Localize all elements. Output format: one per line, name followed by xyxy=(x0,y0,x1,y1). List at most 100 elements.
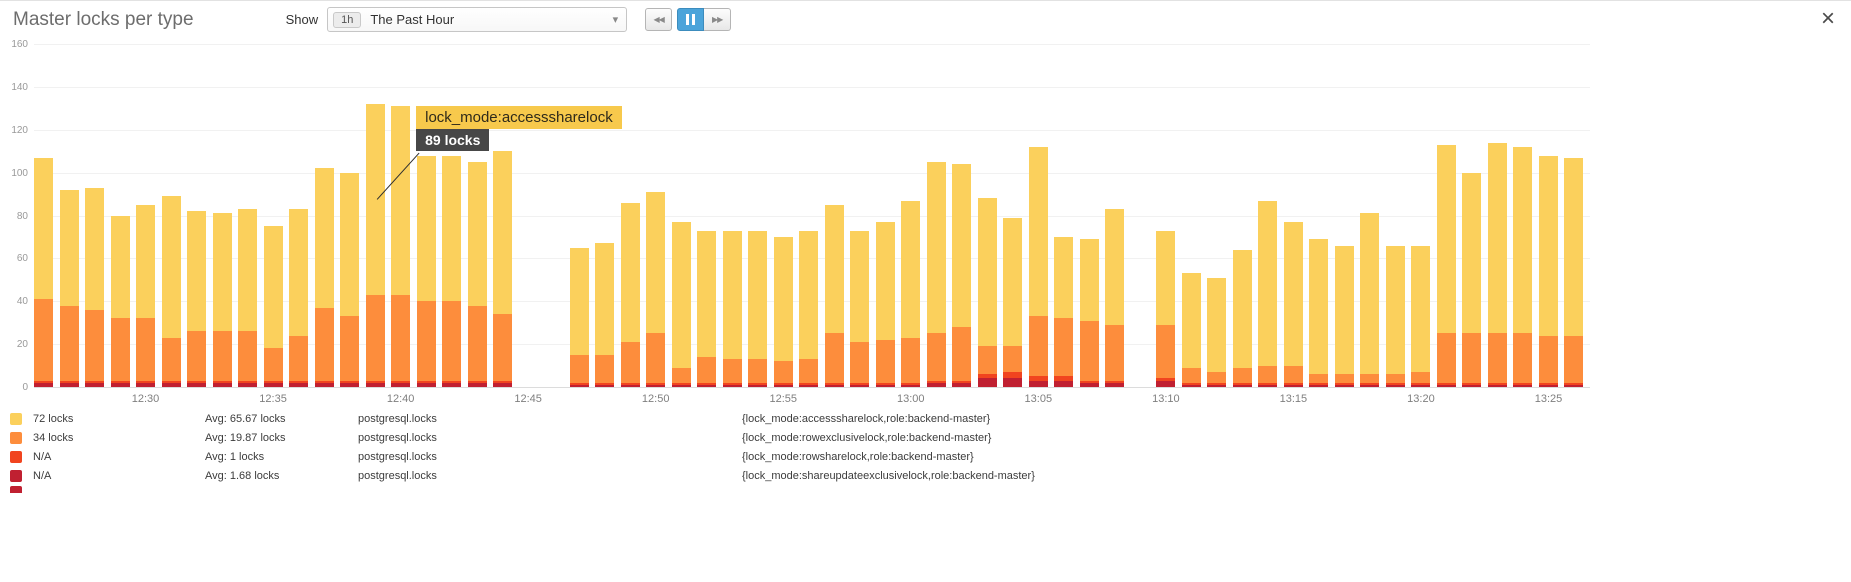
stacked-bar-13:03[interactable] xyxy=(978,198,997,387)
bar-segment-shareupdateexclusivelock xyxy=(1284,385,1303,387)
bar-segment-accesssharelock xyxy=(34,158,53,299)
stacked-bar-12:53[interactable] xyxy=(723,231,742,387)
chart-legend: 72 locksAvg: 65.67 lockspostgresql.locks… xyxy=(0,409,1851,493)
stacked-bar-13:05[interactable] xyxy=(1029,147,1048,387)
x-axis-label: 13:10 xyxy=(1152,393,1180,405)
stacked-bar-13:01[interactable] xyxy=(927,162,946,387)
rewind-button[interactable]: ◀◀ xyxy=(645,8,672,31)
stacked-bar-12:48[interactable] xyxy=(595,243,614,387)
bar-segment-shareupdateexclusivelock xyxy=(748,385,767,387)
x-axis-label: 13:20 xyxy=(1407,393,1435,405)
bar-segment-accesssharelock xyxy=(1156,231,1175,325)
timeframe-badge: 1h xyxy=(333,12,361,28)
bar-segment-rowexclusivelock xyxy=(825,333,844,382)
stacked-bar-12:41[interactable] xyxy=(417,155,436,387)
stacked-bar-12:28[interactable] xyxy=(85,188,104,387)
y-axis-label: 40 xyxy=(2,296,28,307)
stacked-bar-12:58[interactable] xyxy=(850,231,869,387)
stacked-bar-13:25[interactable] xyxy=(1539,155,1558,387)
bar-segment-rowexclusivelock xyxy=(238,331,257,380)
stacked-bar-13:19[interactable] xyxy=(1386,246,1405,387)
stacked-bar-13:12[interactable] xyxy=(1207,278,1226,387)
timeframe-select[interactable]: 1h The Past Hour ▾ xyxy=(327,7,627,32)
stacked-bar-12:39[interactable] xyxy=(366,104,385,387)
stacked-bar-12:54[interactable] xyxy=(748,231,767,387)
close-button[interactable]: × xyxy=(1821,7,1835,31)
bar-segment-accesssharelock xyxy=(595,243,614,354)
legend-row[interactable]: 34 locksAvg: 19.87 lockspostgresql.locks… xyxy=(0,428,1851,447)
stacked-bar-13:00[interactable] xyxy=(901,201,920,388)
stacked-bar-12:31[interactable] xyxy=(162,196,181,387)
bar-segment-accesssharelock xyxy=(1437,145,1456,334)
stacked-bar-13:16[interactable] xyxy=(1309,239,1328,387)
stacked-bar-13:10[interactable] xyxy=(1156,231,1175,387)
stacked-bar-13:08[interactable] xyxy=(1105,209,1124,387)
stacked-bar-12:32[interactable] xyxy=(187,211,206,387)
bar-segment-accesssharelock xyxy=(570,248,589,355)
stacked-bar-12:44[interactable] xyxy=(493,151,512,387)
stacked-bar-12:59[interactable] xyxy=(876,222,895,387)
stacked-bar-12:35[interactable] xyxy=(264,226,283,387)
stacked-bar-13:13[interactable] xyxy=(1233,250,1252,387)
bar-segment-rowexclusivelock xyxy=(417,301,436,380)
legend-row[interactable]: N/AAvg: 1 lockspostgresql.locks{lock_mod… xyxy=(0,447,1851,466)
stacked-bar-12:49[interactable] xyxy=(621,203,640,387)
y-axis-label: 160 xyxy=(2,39,28,50)
stacked-bar-12:29[interactable] xyxy=(111,216,130,388)
bar-segment-rowexclusivelock xyxy=(1360,374,1379,383)
bar-segment-shareupdateexclusivelock xyxy=(493,383,512,387)
legend-row[interactable]: N/AAvg: 1.68 lockspostgresql.locks{lock_… xyxy=(0,466,1851,485)
bar-segment-shareupdateexclusivelock xyxy=(1207,385,1226,387)
bar-segment-shareupdateexclusivelock xyxy=(187,383,206,387)
y-axis-label: 120 xyxy=(2,125,28,136)
stacked-bar-13:17[interactable] xyxy=(1335,246,1354,387)
pause-button[interactable] xyxy=(677,8,704,31)
legend-row[interactable]: 72 locksAvg: 65.67 lockspostgresql.locks… xyxy=(0,409,1851,428)
fast-forward-button[interactable]: ▶▶ xyxy=(704,8,731,31)
stacked-bar-12:52[interactable] xyxy=(697,231,716,387)
bar-segment-accesssharelock xyxy=(723,231,742,360)
stacked-bar-13:02[interactable] xyxy=(952,164,971,387)
stacked-bar-12:40[interactable] xyxy=(391,106,410,387)
stacked-bar-12:43[interactable] xyxy=(468,162,487,387)
stacked-bar-12:33[interactable] xyxy=(213,213,232,387)
stacked-bar-13:04[interactable] xyxy=(1003,218,1022,387)
stacked-bar-13:21[interactable] xyxy=(1437,145,1456,387)
stacked-bar-12:30[interactable] xyxy=(136,205,155,387)
stacked-bar-12:47[interactable] xyxy=(570,248,589,387)
bar-segment-rowexclusivelock xyxy=(468,306,487,381)
bar-segment-shareupdateexclusivelock xyxy=(85,383,104,387)
legend-swatch xyxy=(10,486,22,493)
bar-segment-accesssharelock xyxy=(1284,222,1303,366)
stacked-bar-12:37[interactable] xyxy=(315,168,334,387)
chart-tooltip: lock_mode:accesssharelock 89 locks xyxy=(416,106,622,151)
stacked-bar-13:22[interactable] xyxy=(1462,173,1481,387)
bar-segment-rowexclusivelock xyxy=(213,331,232,380)
stacked-bar-12:27[interactable] xyxy=(60,190,79,387)
stacked-bar-12:51[interactable] xyxy=(672,222,691,387)
stacked-bar-13:20[interactable] xyxy=(1411,246,1430,387)
stacked-bar-13:11[interactable] xyxy=(1182,273,1201,387)
stacked-bar-13:07[interactable] xyxy=(1080,239,1099,387)
stacked-bar-12:36[interactable] xyxy=(289,209,308,387)
stacked-bar-13:18[interactable] xyxy=(1360,213,1379,387)
stacked-bar-13:14[interactable] xyxy=(1258,201,1277,388)
stacked-bar-12:50[interactable] xyxy=(646,192,665,387)
bar-segment-rowexclusivelock xyxy=(1182,368,1201,383)
stacked-bar-12:56[interactable] xyxy=(799,231,818,387)
stacked-bar-13:24[interactable] xyxy=(1513,147,1532,387)
stacked-bar-12:42[interactable] xyxy=(442,155,461,387)
stacked-bar-13:23[interactable] xyxy=(1488,143,1507,387)
stacked-bar-12:38[interactable] xyxy=(340,173,359,387)
stacked-bar-13:06[interactable] xyxy=(1054,237,1073,387)
stacked-bar-12:26[interactable] xyxy=(34,158,53,387)
stacked-bar-12:34[interactable] xyxy=(238,209,257,387)
bar-segment-shareupdateexclusivelock xyxy=(417,383,436,387)
bar-segment-shareupdateexclusivelock xyxy=(238,383,257,387)
stacked-bar-13:26[interactable] xyxy=(1564,158,1583,387)
gridline xyxy=(34,130,1590,131)
x-axis-label: 12:50 xyxy=(642,393,670,405)
stacked-bar-12:57[interactable] xyxy=(825,205,844,387)
stacked-bar-13:15[interactable] xyxy=(1284,222,1303,387)
stacked-bar-12:55[interactable] xyxy=(774,237,793,387)
